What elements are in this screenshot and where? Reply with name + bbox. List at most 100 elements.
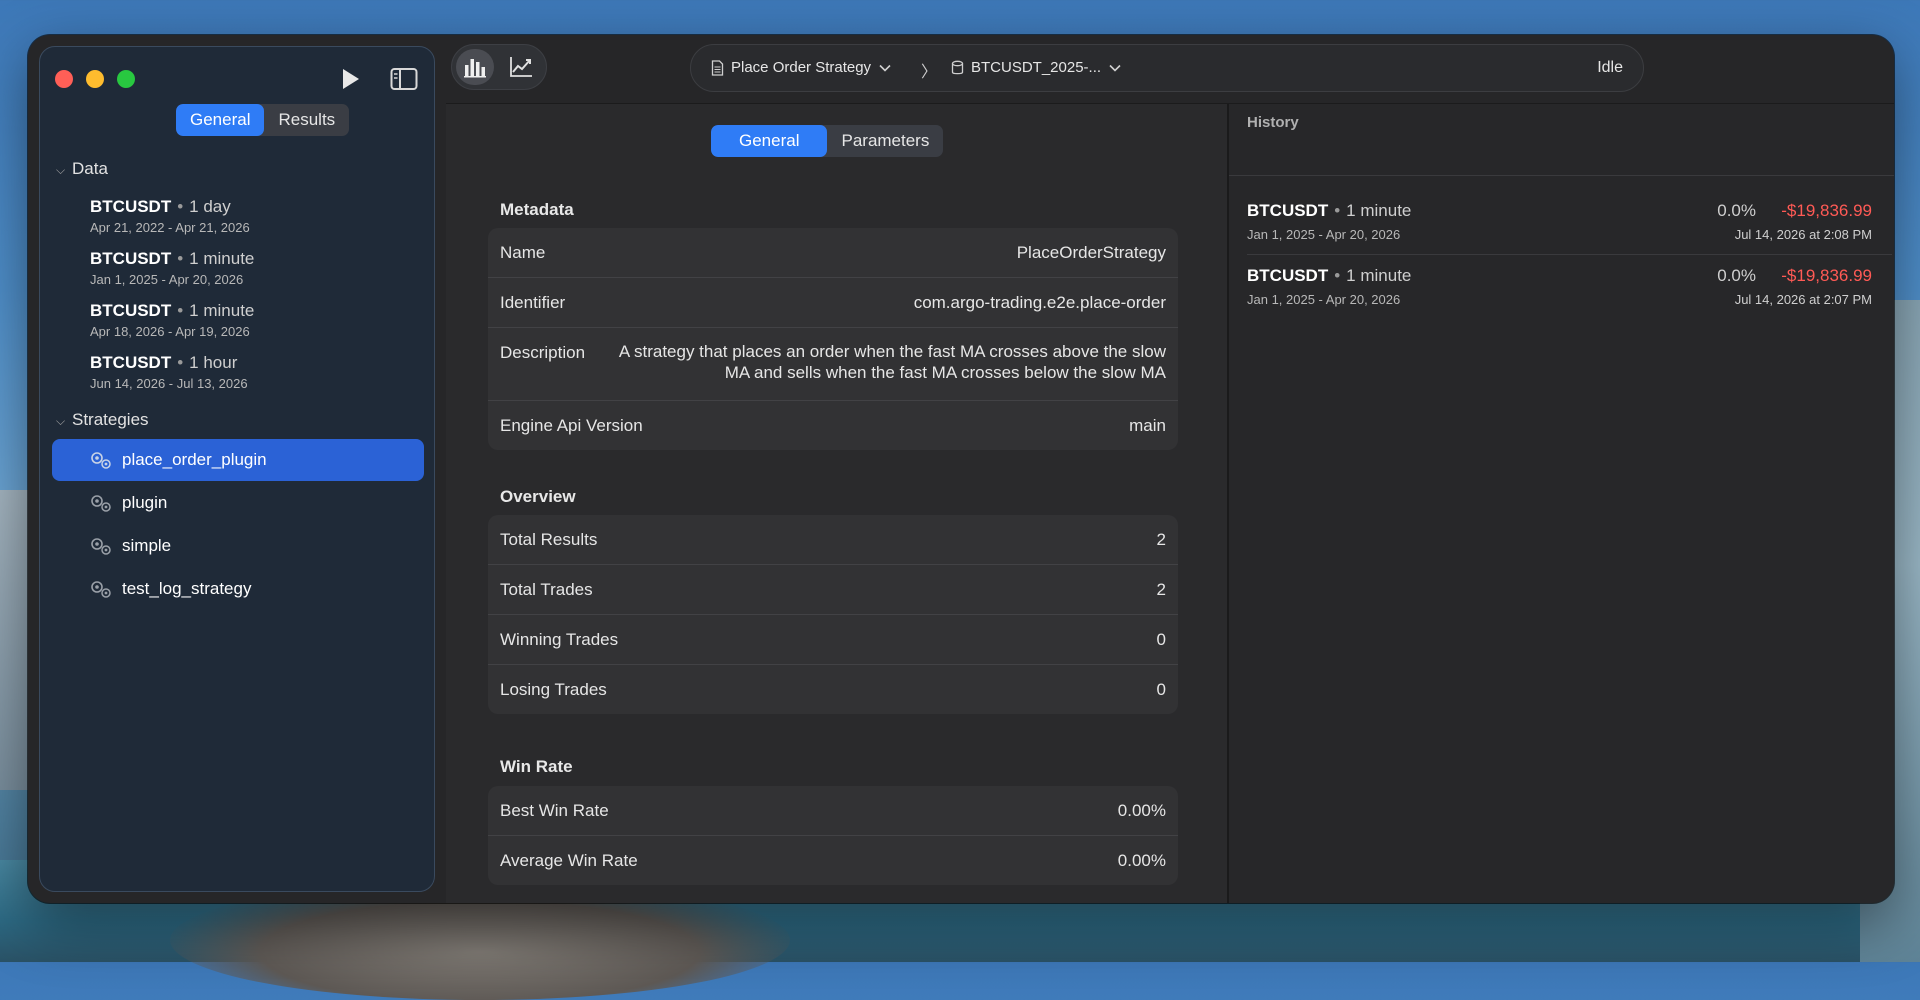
row-key: Description bbox=[500, 343, 586, 362]
data-item-title: BTCUSDT • 1 day bbox=[90, 197, 231, 216]
breadcrumb-dataset-label: BTCUSDT_2025-... bbox=[971, 59, 1102, 76]
breadcrumb: Place Order Strategy 〉 BTCUSDT_2025-... … bbox=[690, 44, 1644, 92]
overview-row: Total Trades 2 bbox=[488, 565, 1178, 615]
strategy-label: test_log_strategy bbox=[122, 579, 252, 598]
history-item[interactable]: BTCUSDT • 1 minute Jan 1, 2025 - Apr 20, 2… bbox=[1247, 266, 1872, 330]
strategy-item-place-order-plugin[interactable]: place_order_plugin bbox=[52, 439, 424, 481]
strategy-label: place_order_plugin bbox=[122, 450, 267, 469]
data-item-range: Apr 18, 2026 - Apr 19, 2026 bbox=[90, 324, 250, 339]
row-value: 0 bbox=[1156, 680, 1166, 699]
database-icon bbox=[951, 60, 964, 74]
data-item-range: Jun 14, 2026 - Jul 13, 2026 bbox=[90, 376, 248, 391]
tab-general[interactable]: General bbox=[176, 104, 265, 136]
history-panel: History BTCUSDT • 1 minute Jan 1, 2025 - A… bbox=[1229, 104, 1894, 903]
status-label: Idle bbox=[1597, 59, 1623, 76]
overview-title: Overview bbox=[500, 487, 576, 506]
chevron-down-icon: ⌵ bbox=[56, 414, 66, 428]
row-value: 0 bbox=[1156, 630, 1166, 649]
row-key: Total Trades bbox=[500, 580, 593, 599]
bar-chart-icon[interactable] bbox=[456, 49, 494, 85]
data-item[interactable]: BTCUSDT • 1 minute Apr 18, 2026 - Apr 19, … bbox=[90, 301, 254, 339]
sidebar-toggle-icon[interactable] bbox=[390, 67, 418, 91]
strategy-item-plugin[interactable]: plugin bbox=[52, 482, 424, 524]
history-header-divider bbox=[1229, 175, 1894, 176]
strategy-label: plugin bbox=[122, 493, 168, 512]
sidebar-tabs: General Results bbox=[176, 104, 350, 136]
history-item-divider bbox=[1247, 254, 1892, 255]
row-value: A strategy that places an order when the… bbox=[618, 342, 1166, 382]
gears-icon bbox=[91, 495, 111, 512]
app-window: General Results ⌵ Data BTCUSDT • 1 day Apr … bbox=[28, 35, 1894, 903]
breadcrumb-dataset[interactable]: BTCUSDT_2025-... bbox=[951, 59, 1128, 76]
data-item-range: Jan 1, 2025 - Apr 20, 2026 bbox=[90, 272, 244, 287]
document-icon bbox=[711, 59, 724, 76]
metadata-row: Name PlaceOrderStrategy bbox=[488, 228, 1178, 278]
breadcrumb-strategy[interactable]: Place Order Strategy bbox=[711, 59, 898, 76]
win-rate-row: Average Win Rate 0.00% bbox=[488, 836, 1178, 885]
strategy-label: simple bbox=[122, 536, 172, 555]
tab-results[interactable]: Results bbox=[264, 104, 349, 136]
overview-row: Total Results 2 bbox=[488, 515, 1178, 565]
strategy-item-test-log-strategy[interactable]: test_log_strategy bbox=[52, 568, 424, 610]
gears-icon bbox=[91, 581, 111, 598]
row-value: 0.00% bbox=[1117, 801, 1166, 820]
gears-icon bbox=[91, 538, 111, 555]
history-item-pnl: -$19,836.99 bbox=[1781, 201, 1872, 220]
history-item[interactable]: BTCUSDT • 1 minute Jan 1, 2025 - Apr 20, 2… bbox=[1247, 201, 1872, 265]
gears-icon bbox=[91, 452, 111, 469]
play-icon[interactable] bbox=[335, 65, 363, 93]
history-item-title: BTCUSDT • 1 minute bbox=[1247, 266, 1412, 285]
history-item-timestamp: Jul 14, 2026 at 2:07 PM bbox=[1734, 292, 1872, 307]
tab-parameters[interactable]: Parameters bbox=[827, 125, 943, 157]
row-key: Best Win Rate bbox=[500, 801, 609, 820]
main-tabs: General Parameters bbox=[711, 125, 944, 157]
history-item-percent: 0.0% bbox=[1717, 201, 1756, 220]
row-key: Average Win Rate bbox=[500, 851, 638, 870]
row-value: PlaceOrderStrategy bbox=[1016, 243, 1166, 262]
tab-general[interactable]: General bbox=[711, 125, 828, 157]
data-item-title: BTCUSDT • 1 hour bbox=[90, 353, 238, 372]
row-key: Winning Trades bbox=[500, 630, 619, 649]
strategy-item-simple[interactable]: simple bbox=[52, 525, 424, 567]
data-item-title: BTCUSDT • 1 minute bbox=[90, 249, 255, 268]
win-rate-card: Best Win Rate 0.00% Average Win Rate 0.0… bbox=[488, 786, 1178, 885]
row-key: Total Results bbox=[500, 530, 598, 549]
history-item-percent: 0.0% bbox=[1717, 266, 1756, 285]
data-section-label: Data bbox=[72, 159, 108, 178]
data-item[interactable]: BTCUSDT • 1 minute Jan 1, 2025 - Apr 20, 2… bbox=[90, 249, 254, 287]
row-value: 2 bbox=[1156, 580, 1166, 599]
metadata-row: Description A strategy that places an or… bbox=[488, 328, 1178, 401]
data-item-range: Apr 21, 2022 - Apr 21, 2026 bbox=[90, 220, 250, 235]
main-panel: General Parameters Metadata Name PlaceOr… bbox=[446, 104, 1227, 903]
data-item[interactable]: BTCUSDT • 1 hour Jun 14, 2026 - Jul 13, 20… bbox=[90, 353, 248, 391]
metadata-row: Engine Api Version main bbox=[488, 401, 1178, 450]
view-mode-toggle bbox=[451, 44, 547, 90]
close-window-button[interactable] bbox=[55, 70, 73, 88]
row-value: 0.00% bbox=[1117, 851, 1166, 870]
history-item-range: Jan 1, 2025 - Apr 20, 2026 bbox=[1247, 292, 1401, 307]
overview-card: Total Results 2 Total Trades 2 Winning T… bbox=[488, 515, 1178, 714]
metadata-card: Name PlaceOrderStrategy Identifier com.a… bbox=[488, 228, 1178, 450]
line-chart-icon[interactable] bbox=[502, 49, 540, 85]
row-key: Name bbox=[500, 243, 546, 262]
breadcrumb-strategy-label: Place Order Strategy bbox=[731, 59, 872, 76]
sidebar: General Results ⌵ Data BTCUSDT • 1 day Apr … bbox=[39, 46, 435, 892]
minimize-window-button[interactable] bbox=[86, 70, 104, 88]
win-rate-title: Win Rate bbox=[500, 757, 573, 776]
chevron-down-icon bbox=[1109, 64, 1121, 72]
overview-row: Losing Trades 0 bbox=[488, 665, 1178, 714]
chevron-down-icon bbox=[879, 64, 891, 72]
metadata-row: Identifier com.argo-trading.e2e.place-or… bbox=[488, 278, 1178, 328]
metadata-title: Metadata bbox=[500, 200, 574, 219]
row-value: 2 bbox=[1156, 530, 1166, 549]
row-value: com.argo-trading.e2e.place-order bbox=[913, 293, 1166, 312]
breadcrumb-separator: 〉 bbox=[921, 64, 938, 81]
data-item[interactable]: BTCUSDT • 1 day Apr 21, 2022 - Apr 21, 202… bbox=[90, 197, 250, 235]
history-title: History bbox=[1247, 114, 1299, 131]
history-item-range: Jan 1, 2025 - Apr 20, 2026 bbox=[1247, 227, 1401, 242]
win-rate-row: Best Win Rate 0.00% bbox=[488, 786, 1178, 836]
strategies-section-header[interactable]: ⌵ Strategies bbox=[56, 410, 149, 430]
data-section-header[interactable]: ⌵ Data bbox=[56, 159, 108, 179]
row-value: main bbox=[1129, 416, 1166, 435]
zoom-window-button[interactable] bbox=[117, 70, 135, 88]
